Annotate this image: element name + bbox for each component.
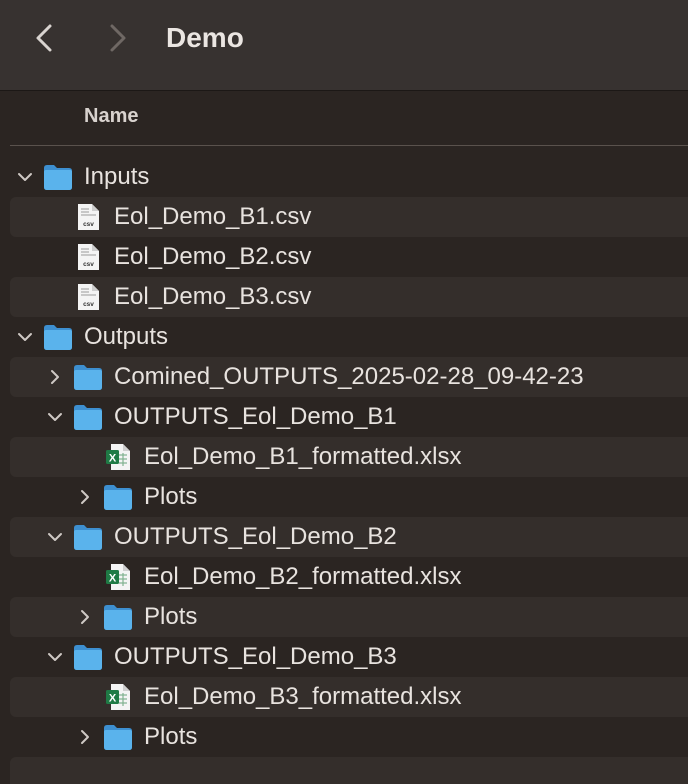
item-name: Inputs: [84, 163, 150, 190]
folder-icon: [103, 723, 133, 751]
item-name: Plots: [144, 603, 198, 630]
excel-file-icon: X: [103, 563, 133, 591]
svg-text:X: X: [109, 573, 117, 585]
folder-icon: [43, 323, 73, 351]
file-row[interactable]: csv Eol_Demo_B3.csv: [0, 277, 688, 317]
item-name: Outputs: [84, 323, 169, 350]
folder-row[interactable]: Plots: [0, 597, 688, 637]
item-name: Eol_Demo_B1_formatted.xlsx: [144, 443, 462, 470]
row-background: [10, 197, 688, 237]
folder-row[interactable]: Plots: [0, 477, 688, 517]
folder-row[interactable]: OUTPUTS_Eol_Demo_B3: [0, 637, 688, 677]
folder-icon: [73, 523, 103, 551]
file-row[interactable]: X Eol_Demo_B1_formatted.xlsx: [0, 437, 688, 477]
folder-row[interactable]: OUTPUTS_Eol_Demo_B1: [0, 397, 688, 437]
svg-text:csv: csv: [83, 261, 94, 268]
disclosure-expanded-icon[interactable]: [16, 168, 34, 186]
row-background: [10, 757, 688, 784]
file-row[interactable]: csv Eol_Demo_B2.csv: [0, 237, 688, 277]
toolbar: Demo: [0, 0, 688, 91]
folder-icon: [103, 483, 133, 511]
row-background: [10, 277, 688, 317]
item-name: Eol_Demo_B2.csv: [114, 243, 312, 270]
item-name: Eol_Demo_B3.csv: [114, 283, 312, 310]
item-name: Eol_Demo_B2_formatted.xlsx: [144, 563, 462, 590]
disclosure-collapsed-icon[interactable]: [46, 368, 64, 386]
disclosure-collapsed-icon[interactable]: [76, 488, 94, 506]
empty-row: [0, 757, 688, 784]
svg-text:csv: csv: [83, 221, 94, 228]
header-divider: [10, 145, 688, 146]
forward-button[interactable]: [100, 20, 136, 56]
csv-file-icon: csv: [73, 283, 103, 311]
item-name: OUTPUTS_Eol_Demo_B3: [114, 643, 397, 670]
folder-icon: [43, 163, 73, 191]
folder-row[interactable]: Outputs: [0, 317, 688, 357]
item-name: Plots: [144, 483, 198, 510]
column-header: Name: [0, 91, 688, 145]
folder-row[interactable]: Plots: [0, 717, 688, 757]
finder-window: Demo Name Inputs csv Eol_Demo_B1.csvcsv Eol…: [0, 0, 688, 784]
back-button[interactable]: [28, 20, 64, 56]
item-name: Eol_Demo_B3_formatted.xlsx: [144, 683, 462, 710]
chevron-left-icon: [36, 24, 52, 52]
window-title: Demo: [166, 22, 244, 53]
disclosure-expanded-icon[interactable]: [16, 328, 34, 346]
file-row[interactable]: csv Eol_Demo_B1.csv: [0, 197, 688, 237]
disclosure-expanded-icon[interactable]: [46, 408, 64, 426]
csv-file-icon: csv: [73, 203, 103, 231]
disclosure-expanded-icon[interactable]: [46, 648, 64, 666]
chevron-right-icon: [110, 24, 126, 52]
file-list: Inputs csv Eol_Demo_B1.csvcsv Eol_Demo_B2.c…: [0, 157, 688, 784]
folder-icon: [73, 643, 103, 671]
folder-icon: [73, 403, 103, 431]
item-name: Eol_Demo_B1.csv: [114, 203, 312, 230]
disclosure-collapsed-icon[interactable]: [76, 608, 94, 626]
disclosure-collapsed-icon[interactable]: [76, 728, 94, 746]
svg-text:X: X: [109, 693, 117, 705]
folder-row[interactable]: Comined_OUTPUTS_2025-02-28_09-42-23: [0, 357, 688, 397]
disclosure-expanded-icon[interactable]: [46, 528, 64, 546]
item-name: Plots: [144, 723, 198, 750]
excel-file-icon: X: [103, 443, 133, 471]
item-name: Comined_OUTPUTS_2025-02-28_09-42-23: [114, 363, 584, 390]
svg-text:X: X: [109, 453, 117, 465]
csv-file-icon: csv: [73, 243, 103, 271]
excel-file-icon: X: [103, 683, 133, 711]
file-row[interactable]: X Eol_Demo_B3_formatted.xlsx: [0, 677, 688, 717]
item-name: OUTPUTS_Eol_Demo_B2: [114, 523, 397, 550]
file-row[interactable]: X Eol_Demo_B2_formatted.xlsx: [0, 557, 688, 597]
folder-icon: [103, 603, 133, 631]
item-name: OUTPUTS_Eol_Demo_B1: [114, 403, 397, 430]
svg-text:csv: csv: [83, 301, 94, 308]
folder-icon: [73, 363, 103, 391]
name-column-header[interactable]: Name: [84, 105, 138, 128]
folder-row[interactable]: OUTPUTS_Eol_Demo_B2: [0, 517, 688, 557]
row-background: [10, 237, 688, 277]
folder-row[interactable]: Inputs: [0, 157, 688, 197]
